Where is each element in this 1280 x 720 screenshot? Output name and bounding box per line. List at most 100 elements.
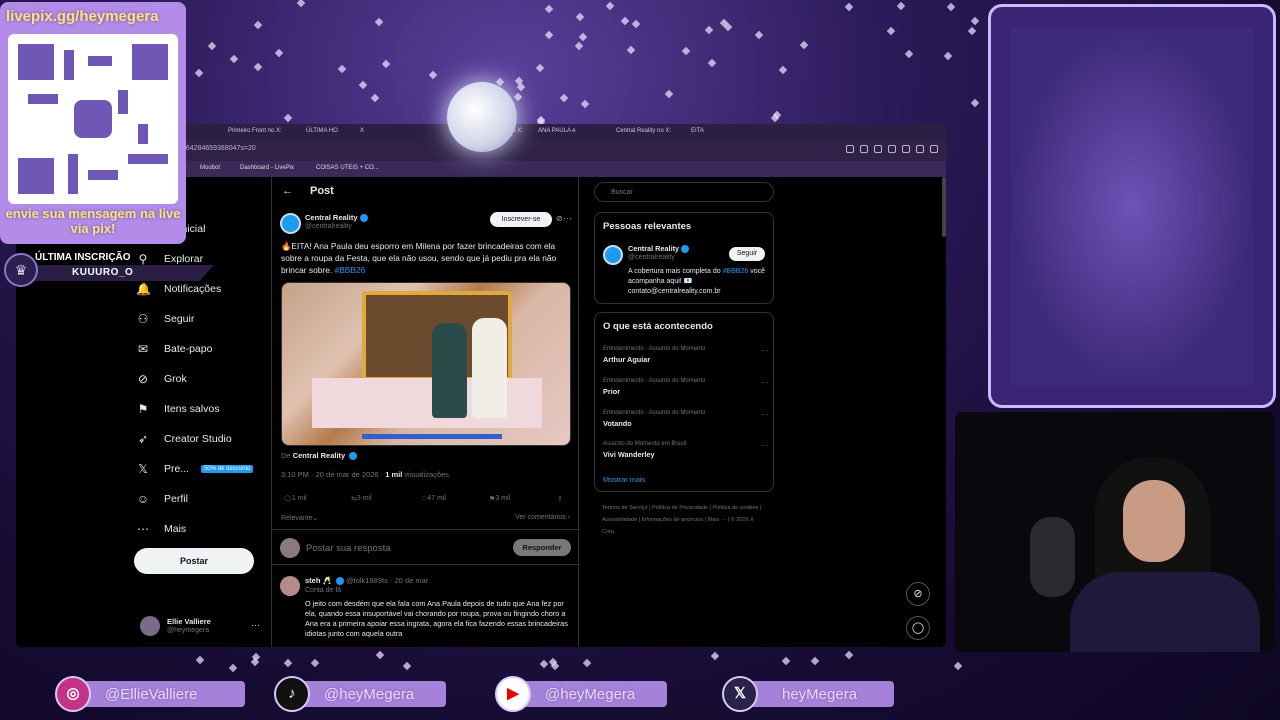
source-link[interactable]: Central Reality (293, 451, 346, 460)
avatar[interactable] (603, 245, 623, 265)
trend-topic: Arthur Aguiar (603, 355, 651, 364)
search-input[interactable]: Buscar (594, 182, 774, 202)
rocket-icon: ➶ (137, 432, 149, 446)
person-handle[interactable]: @centralreality (628, 254, 675, 261)
discount-badge: 50% de desconto (201, 465, 254, 473)
repost-action[interactable]: ⇆ 3 mil (351, 495, 372, 503)
more-icon[interactable]: ··· (761, 441, 769, 450)
reply-action[interactable]: 🗨 1 mil (283, 495, 307, 503)
social-handle: heyMegera (782, 686, 858, 703)
nav-creator-studio[interactable]: ➶ Creator Studio (136, 424, 276, 454)
bookmark-item[interactable]: Dashboard - LivePix (240, 165, 294, 171)
frame-inner (1011, 27, 1253, 385)
see-comments-label: Ver comentários (515, 514, 566, 521)
more-icon[interactable]: ··· (761, 410, 769, 419)
crown-icon: ♛ (4, 253, 38, 287)
tab-1[interactable]: Primeiro Front no X: (228, 126, 282, 137)
timestamp-text: 3:10 PM · 20 de mar de 2026 · (281, 470, 384, 479)
tab-active[interactable]: Central Reality no X: (616, 126, 671, 137)
verified-icon (335, 577, 344, 586)
tab-5[interactable]: ANA PAULA e (538, 126, 576, 137)
trend-item[interactable]: Entretenimento · Assunto do Momento Arthu… (603, 346, 769, 364)
x-logo-icon: 𝕏 (138, 462, 148, 476)
pix-message: envie sua mensagem na live via pix! (5, 206, 181, 236)
extension-icon[interactable] (916, 145, 924, 153)
comment-author[interactable]: steh 🥂 (305, 576, 332, 585)
extension-icon[interactable] (902, 145, 910, 153)
trend-item[interactable]: Assunto do Momento em Brasil Vivi Wanderl… (603, 441, 769, 459)
avatar (140, 616, 160, 636)
hashtag-link[interactable]: #BBB26 (335, 265, 366, 275)
post-button[interactable]: Postar (134, 548, 254, 574)
nav-grok[interactable]: ⊘ Grok (136, 364, 276, 394)
social-bar: ◎ @EllieValliere ♪ @heyMegera ▶ @heyMege… (0, 668, 1280, 720)
video-scene (312, 378, 542, 428)
from-label: De (281, 451, 291, 460)
tab-6[interactable]: EITA (691, 126, 704, 137)
more-icon[interactable]: ··· (563, 213, 572, 223)
bookmark-item[interactable]: COISAS UTEIS + CO... (316, 165, 379, 171)
tab-3[interactable]: X (360, 126, 364, 137)
webcam-feed (955, 412, 1275, 652)
see-comments-link[interactable]: Ver comentários › (515, 514, 570, 521)
extension-icon[interactable] (860, 145, 868, 153)
post-timestamp: 3:10 PM · 20 de mar de 2026 · 1 mil visu… (281, 470, 449, 479)
bookmark-action[interactable]: ⚑ 3 mil (489, 495, 510, 503)
avatar[interactable] (280, 576, 300, 596)
show-more-link[interactable]: Mostrar mais (603, 475, 645, 484)
relevance-sort[interactable]: Relevante⌄ (281, 514, 318, 522)
more-icon[interactable]: ··· (761, 346, 769, 355)
comment-handle[interactable]: @folk1989ts · 20 de mar (346, 576, 428, 585)
avatar[interactable] (280, 213, 301, 234)
follow-button[interactable]: Seguir (729, 247, 765, 261)
author-handle[interactable]: @centralreality (305, 223, 352, 230)
author-name[interactable]: Central Reality (305, 213, 358, 222)
person-name-row[interactable]: Central Reality (628, 244, 690, 254)
trend-item[interactable]: Entretenimento · Assunto do Momento Prior… (603, 378, 769, 396)
nav-follow[interactable]: ⚇ Seguir (136, 304, 276, 334)
nav-more[interactable]: ⋯ Mais (136, 514, 276, 544)
account-switcher[interactable]: Ellie Valliere @heymegera ··· (140, 616, 270, 638)
person-icon: ☺ (136, 492, 150, 506)
more-icon[interactable]: ··· (251, 620, 260, 630)
more-icon[interactable]: ··· (761, 378, 769, 387)
tab-2[interactable]: ÚLTIMA HO (306, 126, 338, 137)
menu-icon[interactable] (930, 145, 938, 153)
nav-chat[interactable]: ✉ Bate-papo (136, 334, 276, 364)
url-text[interactable]: 564284659388047s=20 (182, 145, 256, 152)
post-video[interactable] (281, 282, 571, 446)
x-icon: 𝕏 (722, 676, 758, 712)
hashtag-link[interactable]: #BBB26 (723, 268, 749, 275)
chat-icon[interactable]: ◯ (906, 616, 930, 640)
extension-icon[interactable] (874, 145, 882, 153)
trend-item[interactable]: Entretenimento · Assunto do Momento Votan… (603, 410, 769, 428)
subscribe-button[interactable]: Inscrever-se (490, 212, 552, 227)
extension-icon[interactable] (846, 145, 854, 153)
relevance-label: Relevante (281, 515, 313, 522)
like-action[interactable]: ♡ 47 mil (421, 495, 446, 503)
social-handle: @heyMegera (324, 686, 415, 703)
grok-icon[interactable]: ⊘ (906, 582, 930, 606)
bio-email: contato@centralreality.com.br (628, 288, 721, 295)
views-label: visualizações (404, 470, 450, 479)
nav-profile[interactable]: ☺ Perfil (136, 484, 276, 514)
reply-button[interactable]: Responder (513, 539, 571, 556)
post-author: Central Reality @centralreality Inscreve… (280, 212, 572, 238)
person-name[interactable]: Central Reality (628, 244, 679, 253)
extension-icon[interactable] (888, 145, 896, 153)
footer-links[interactable]: Termos de Serviço | Política de Privacid… (602, 502, 762, 538)
nav-premium[interactable]: 𝕏 Pre... 50% de desconto (136, 454, 276, 484)
author-name-row[interactable]: Central Reality (305, 213, 368, 223)
share-icon[interactable]: ⇪ (557, 495, 563, 503)
grok-icon[interactable]: ⊘ (556, 214, 563, 223)
scrollbar[interactable] (942, 177, 946, 237)
reply-input[interactable]: Postar sua resposta (306, 543, 391, 554)
bookmark-item[interactable]: Moobot (200, 165, 220, 171)
comment-header: steh 🥂 @folk1989ts · 20 de mar (305, 576, 428, 586)
moon-decoration (447, 82, 517, 152)
back-arrow-icon[interactable]: ← (282, 185, 293, 197)
post-text: 🔥EITA! Ana Paula deu esporro em Milena p… (281, 240, 573, 276)
nav-bookmarks[interactable]: ⚑ Itens salvos (136, 394, 276, 424)
trending-card: O que está acontecendo Entretenimento · … (594, 312, 774, 492)
source-attribution: De Central Reality (281, 451, 358, 461)
